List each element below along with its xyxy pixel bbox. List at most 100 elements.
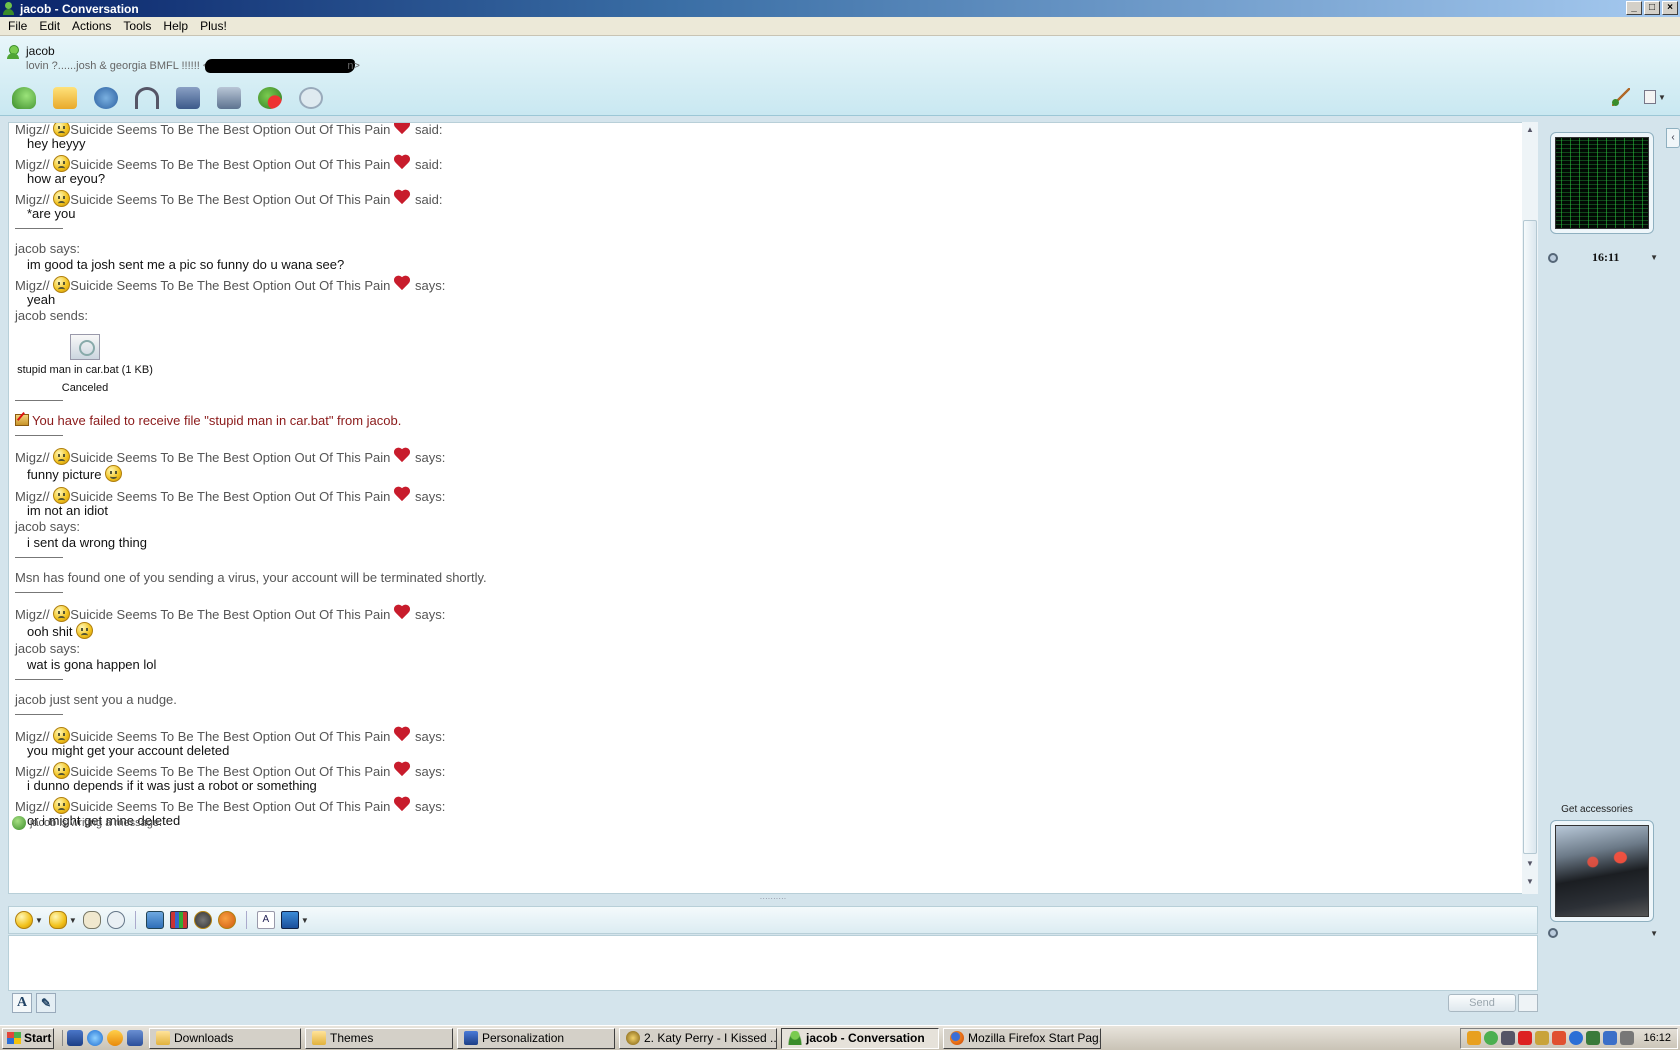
menu-help[interactable]: Help	[157, 19, 194, 33]
tray-app-icon[interactable]	[1467, 1031, 1482, 1045]
nudge-button[interactable]	[106, 910, 125, 930]
taskbar-button[interactable]: Personalization	[457, 1027, 615, 1049]
sender-nickname: Suicide Seems To Be The Best Option Out …	[70, 450, 391, 465]
sender-verb: says:	[411, 450, 446, 465]
show-desktop-icon[interactable]	[67, 1030, 83, 1046]
menu-tools[interactable]: Tools	[117, 19, 157, 33]
my-display-picture[interactable]	[1550, 820, 1654, 922]
power-icon[interactable]	[1620, 1031, 1635, 1045]
system-line: jacob says:	[15, 241, 81, 256]
taskbar-button[interactable]: 2. Katy Perry - I Kissed ...	[619, 1027, 777, 1049]
taskbar-button[interactable]: jacob - Conversation	[781, 1027, 939, 1049]
wink-button[interactable]: ▼	[48, 910, 77, 930]
chevron-down-icon[interactable]: ▼	[1650, 253, 1658, 262]
file-name: stupid man in car.bat (1 KB)	[17, 364, 153, 376]
message-text: i sent da wrong thing	[15, 535, 1505, 551]
sender-verb: says:	[411, 764, 446, 779]
resize-splitter[interactable]: ··········	[8, 895, 1538, 904]
scrollbar-thumb[interactable]	[1523, 220, 1537, 854]
messenger-tray-icon[interactable]	[1484, 1031, 1499, 1045]
sender-verb: says:	[411, 799, 446, 814]
conversation-scrollbar[interactable]: ▲ ▼ ▼	[1522, 122, 1538, 894]
scroll-down-arrow[interactable]: ▼	[1524, 858, 1536, 870]
conversation-history[interactable]: Migz// Suicide Seems To Be The Best Opti…	[8, 122, 1524, 894]
minimize-button[interactable]: _	[1626, 1, 1642, 15]
menu-window-icon	[1644, 90, 1656, 104]
plus-features-button[interactable]	[217, 910, 236, 930]
message-sender-line: Migz// Suicide Seems To Be The Best Opti…	[15, 762, 1505, 779]
broken-heart-icon	[393, 155, 411, 171]
call-button[interactable]	[131, 84, 163, 112]
menu-bar: File Edit Actions Tools Help Plus!	[0, 17, 1680, 36]
taskbar-button[interactable]: Downloads	[149, 1027, 301, 1049]
network-icon[interactable]	[1501, 1031, 1516, 1045]
menu-edit[interactable]: Edit	[33, 19, 66, 33]
menu-actions[interactable]: Actions	[66, 19, 117, 33]
broken-heart-icon	[393, 605, 411, 621]
taskbar-button[interactable]: Themes	[305, 1027, 453, 1049]
maximize-button[interactable]: □	[1644, 1, 1660, 15]
ink-icon	[193, 911, 212, 929]
start-button[interactable]: Start	[2, 1027, 54, 1049]
file-icon[interactable]	[70, 334, 100, 360]
contact-clock-row: 16:11 ▼	[1548, 250, 1658, 265]
share-files-button[interactable]	[49, 84, 81, 112]
activities-button[interactable]	[172, 84, 204, 112]
show-menu-button[interactable]: ▼	[1644, 88, 1668, 106]
block-button[interactable]	[254, 84, 286, 112]
menu-file[interactable]: File	[2, 19, 33, 33]
send-button[interactable]: Send	[1448, 994, 1516, 1012]
scroll-end-arrow[interactable]: ▼	[1524, 876, 1536, 888]
webcam-icon[interactable]	[1548, 252, 1558, 263]
message-sender-line: Migz// Suicide Seems To Be The Best Opti…	[15, 190, 1505, 207]
close-button[interactable]: ×	[1662, 1, 1678, 15]
taskbar-button[interactable]: Mozilla Firefox Start Pag...	[943, 1027, 1101, 1049]
background-button[interactable]	[145, 910, 164, 930]
color-grid-button[interactable]	[169, 910, 188, 930]
voice-clip-button[interactable]	[82, 910, 101, 930]
media-player-icon[interactable]	[107, 1030, 123, 1046]
contact-info[interactable]: jacob lovin ?......josh & georgia BMFL !…	[6, 44, 360, 73]
emoticon-button[interactable]: ▼	[15, 910, 43, 930]
paintbrush-icon[interactable]	[1612, 88, 1630, 106]
chevron-down-icon: ▼	[35, 915, 43, 925]
message-text: yeah	[15, 292, 1505, 308]
plus-features-icon	[217, 911, 236, 929]
contact-display-picture[interactable]	[1550, 132, 1654, 234]
message-input[interactable]	[8, 935, 1538, 991]
invite-button[interactable]	[8, 84, 40, 112]
sad-emoticon-icon	[53, 123, 71, 137]
search-button[interactable]	[1518, 994, 1538, 1012]
plus-button[interactable]	[295, 84, 327, 112]
message-text: or i might get mine deleted	[15, 813, 1505, 829]
chevron-down-icon: ▼	[68, 915, 77, 925]
taskbar-button-label: jacob - Conversation	[806, 1031, 925, 1045]
update-icon[interactable]	[1569, 1031, 1584, 1045]
games-button[interactable]	[213, 84, 245, 112]
get-accessories-link[interactable]: Get accessories	[1542, 804, 1652, 815]
font-style-button[interactable]: A	[256, 910, 275, 930]
scroll-up-arrow[interactable]: ▲	[1524, 124, 1536, 136]
video-call-button[interactable]	[90, 84, 122, 112]
collapse-panel-button[interactable]: ‹	[1666, 128, 1680, 148]
sender-name: Migz//	[15, 489, 54, 504]
menu-plus[interactable]: Plus!	[194, 19, 233, 33]
chevron-down-icon[interactable]: ▼	[1650, 929, 1658, 938]
system-line: jacob sends:	[15, 308, 88, 323]
system-line: Msn has found one of you sending a virus…	[15, 570, 487, 585]
webcam-icon[interactable]	[1548, 928, 1558, 938]
safely-remove-icon[interactable]	[1586, 1031, 1601, 1045]
ink-button[interactable]	[193, 910, 212, 930]
screen-icon[interactable]	[127, 1030, 143, 1046]
internet-explorer-icon[interactable]	[87, 1030, 103, 1046]
display-icon[interactable]	[1603, 1031, 1618, 1045]
window-options-button[interactable]: ▼	[280, 910, 309, 930]
text-mode-button[interactable]: A	[12, 993, 32, 1013]
antivirus-icon[interactable]	[1518, 1031, 1533, 1045]
tray-tool-icon[interactable]	[1535, 1031, 1550, 1045]
message-text: ooh shit	[15, 621, 1505, 641]
handwriting-mode-button[interactable]: ✎	[36, 993, 56, 1013]
personal-message-start: lovin ?......josh & georgia BMFL !!!!!! …	[26, 59, 210, 72]
volume-icon[interactable]	[1552, 1031, 1567, 1045]
message-body: im not an idiot	[27, 503, 108, 518]
